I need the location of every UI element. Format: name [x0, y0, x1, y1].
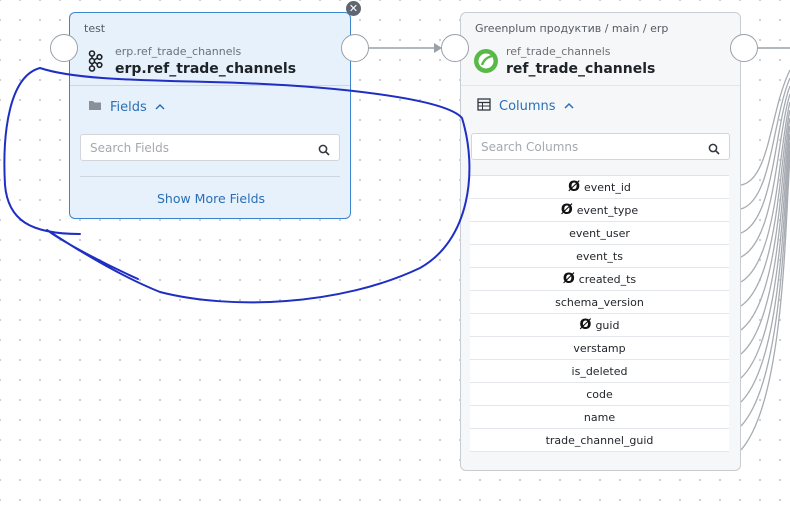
output-port-handle[interactable]: [341, 34, 369, 62]
node-subtitle: ref_trade_channels: [506, 45, 611, 58]
search-icon[interactable]: [708, 140, 720, 159]
column-row[interactable]: event_ts: [470, 245, 729, 268]
search-fields-input-box[interactable]: [80, 134, 340, 161]
column-name: verstamp: [573, 341, 626, 355]
null-symbol-icon: Ø: [560, 202, 573, 218]
column-name: code: [586, 387, 613, 401]
column-row[interactable]: event_user: [470, 222, 729, 245]
columns-list: Øevent_id Øevent_type event_user event_ts Øc…: [470, 175, 729, 452]
node-title[interactable]: ref_trade_channels: [506, 61, 655, 77]
column-row[interactable]: Øevent_id: [470, 176, 729, 199]
header-divider: [461, 85, 740, 86]
column-name: event_type: [576, 203, 639, 217]
show-more-fields-link[interactable]: Show More Fields: [70, 191, 352, 206]
input-port-handle[interactable]: [50, 34, 78, 62]
column-name: guid: [595, 318, 620, 332]
column-row[interactable]: Øevent_type: [470, 199, 729, 222]
column-lineage-edges: [740, 69, 790, 451]
column-name: is_deleted: [571, 364, 628, 378]
column-name: trade_channel_guid: [545, 433, 654, 447]
search-columns-input[interactable]: [481, 139, 691, 155]
column-row[interactable]: name: [470, 406, 729, 429]
node-breadcrumb: Greenplum продуктив / main / erp: [475, 22, 669, 35]
node-subtitle: erp.ref_trade_channels: [115, 45, 242, 58]
column-name: event_ts: [576, 249, 623, 263]
columns-label: Columns: [499, 99, 556, 114]
node-title[interactable]: erp.ref_trade_channels: [115, 61, 296, 77]
fields-divider: [80, 176, 340, 177]
column-name: event_user: [569, 226, 630, 240]
node-context-label: test: [84, 22, 106, 35]
fields-toggle[interactable]: Fields: [88, 99, 165, 115]
source-node[interactable]: test erp.ref_trade_channels erp.ref_trad…: [69, 12, 351, 219]
column-name: created_ts: [578, 272, 637, 286]
columns-toggle[interactable]: Columns: [477, 98, 574, 115]
column-name: name: [583, 410, 616, 424]
column-row[interactable]: is_deleted: [470, 360, 729, 383]
column-name: event_id: [584, 180, 631, 194]
null-symbol-icon: Ø: [568, 179, 581, 195]
chevron-up-icon: [155, 100, 165, 115]
greenplum-icon: [473, 48, 499, 78]
column-row[interactable]: verstamp: [470, 337, 729, 360]
fields-label: Fields: [110, 99, 147, 115]
search-columns-input-box[interactable]: [471, 133, 730, 160]
column-name: schema_version: [555, 295, 644, 309]
kafka-topic-icon: [87, 50, 103, 76]
output-port-handle[interactable]: [730, 34, 758, 62]
close-icon[interactable]: ✕: [346, 1, 361, 16]
null-symbol-icon: Ø: [579, 317, 592, 333]
column-row[interactable]: trade_channel_guid: [470, 429, 729, 452]
column-row[interactable]: Øcreated_ts: [470, 268, 729, 291]
search-fields-input[interactable]: [90, 140, 300, 156]
chevron-up-icon: [564, 99, 574, 114]
table-icon: [477, 98, 491, 115]
header-divider: [70, 85, 350, 86]
column-row[interactable]: Øguid: [470, 314, 729, 337]
null-symbol-icon: Ø: [562, 271, 575, 287]
column-row[interactable]: schema_version: [470, 291, 729, 314]
folder-icon: [88, 99, 102, 115]
column-row[interactable]: code: [470, 383, 729, 406]
search-icon[interactable]: [318, 141, 330, 160]
input-port-handle[interactable]: [441, 34, 469, 62]
